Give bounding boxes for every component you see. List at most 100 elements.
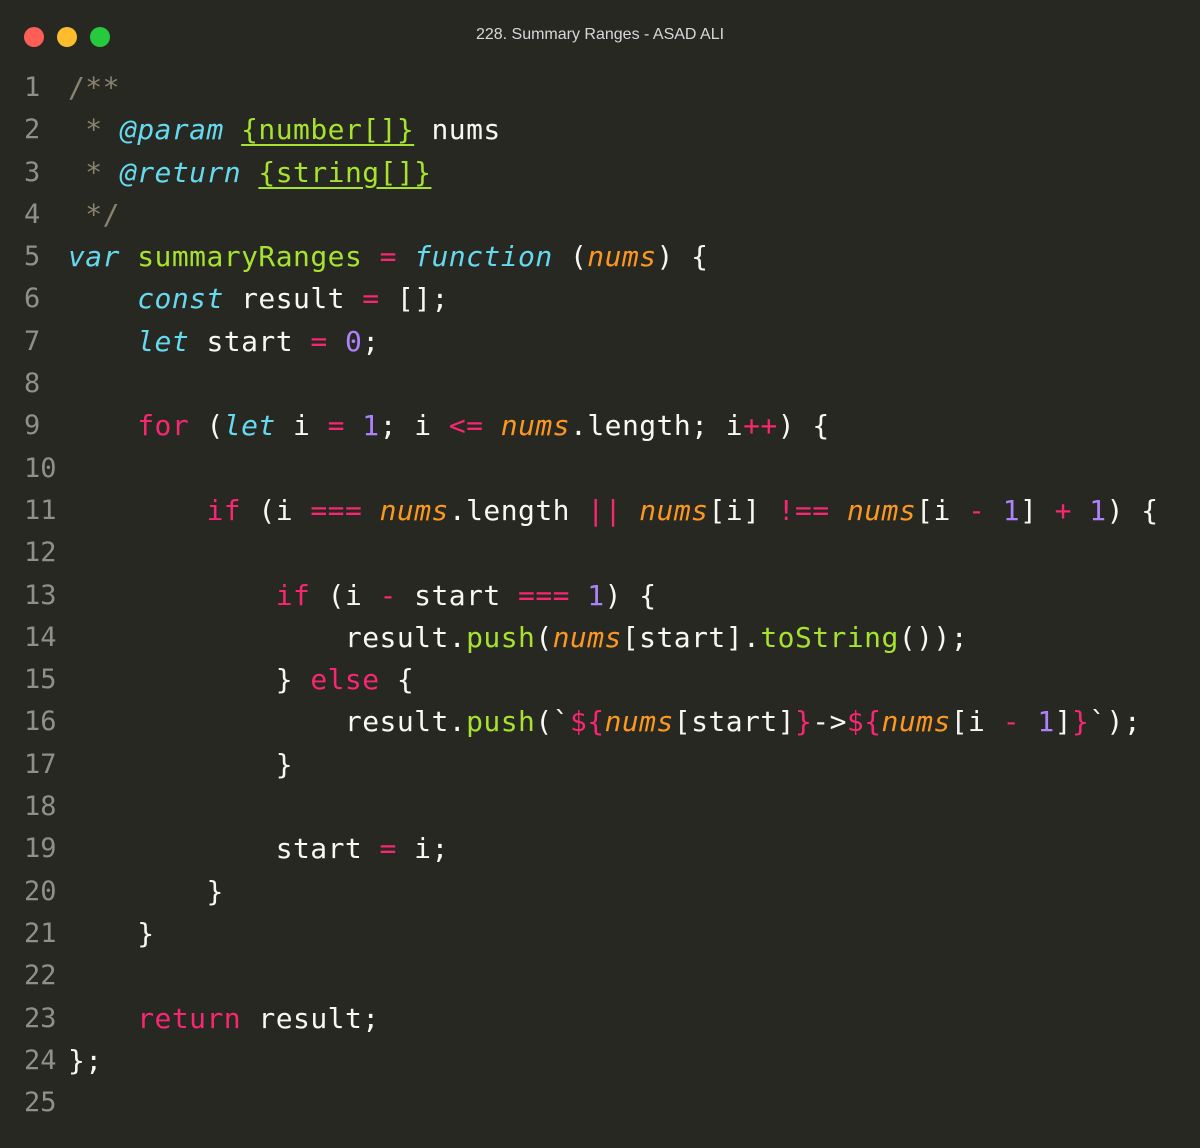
code-token: * bbox=[68, 113, 120, 147]
code-token: [i bbox=[916, 493, 969, 527]
code-token: const bbox=[137, 282, 224, 316]
code-line: 23 return result; bbox=[0, 998, 1200, 1040]
code-token: nums bbox=[587, 240, 657, 274]
code-token: 0 bbox=[344, 324, 363, 358]
code-token: */ bbox=[68, 197, 120, 231]
code-token: [i bbox=[950, 705, 1003, 739]
code-text: var summaryRanges = function (nums) { bbox=[68, 236, 708, 278]
code-line: 2 * @param {number[]} nums bbox=[0, 109, 1200, 151]
code-token: -> bbox=[812, 705, 847, 739]
line-number: 9 bbox=[24, 410, 41, 442]
code-token: ] bbox=[1054, 705, 1072, 739]
code-token: ) { bbox=[777, 409, 830, 443]
code-token: result. bbox=[68, 620, 467, 654]
line-number: 16 bbox=[24, 706, 57, 738]
code-token: (i bbox=[241, 493, 311, 527]
code-token: nums bbox=[881, 705, 951, 739]
code-token: for bbox=[137, 409, 190, 443]
line-number: 21 bbox=[24, 917, 57, 949]
code-line: 9 for (let i = 1; i <= nums.length; i++)… bbox=[0, 405, 1200, 447]
code-token: 1 bbox=[1089, 493, 1107, 527]
code-token: - bbox=[968, 493, 986, 527]
code-text: /** bbox=[68, 67, 120, 109]
code-token: @return bbox=[119, 155, 242, 189]
code-token: = bbox=[379, 832, 397, 866]
code-token: = bbox=[379, 240, 397, 274]
code-line: 7 let start = 0; bbox=[0, 321, 1200, 363]
code-line: 6 const result = []; bbox=[0, 278, 1200, 320]
code-token: nums bbox=[552, 620, 622, 654]
line-number: 22 bbox=[24, 960, 57, 992]
code-token: start bbox=[396, 578, 519, 612]
code-line: 1 /** bbox=[0, 67, 1200, 109]
code-line: 11 if (i === nums.length || nums[i] !== … bbox=[0, 490, 1200, 532]
code-line: 5 var summaryRanges = function (nums) { bbox=[0, 236, 1200, 278]
code-line: 16 result.push(`${nums[start]}->${nums[i… bbox=[0, 701, 1200, 743]
code-text: } else { bbox=[68, 659, 414, 701]
code-token: result; bbox=[241, 1001, 380, 1035]
code-text: const result = []; bbox=[68, 278, 449, 320]
code-editor[interactable]: 1/** 2 * @param {number[]} nums 3 * @retur… bbox=[0, 67, 1200, 1124]
code-token: 1 bbox=[587, 578, 605, 612]
code-token: (i bbox=[310, 578, 380, 612]
code-token: else bbox=[310, 663, 380, 697]
code-line: 12 bbox=[0, 532, 1200, 574]
code-text: return result; bbox=[68, 998, 380, 1040]
code-token: ) { bbox=[656, 240, 709, 274]
code-token: toString bbox=[760, 620, 899, 654]
code-token: if bbox=[275, 578, 311, 612]
code-token: <= bbox=[448, 409, 484, 443]
code-text: let start = 0; bbox=[68, 321, 380, 363]
code-text: start = i; bbox=[68, 828, 449, 870]
line-number: 15 bbox=[24, 664, 57, 696]
code-token: [i] bbox=[708, 493, 778, 527]
line-number: 18 bbox=[24, 791, 57, 823]
code-token: { bbox=[379, 663, 415, 697]
code-token: ${ bbox=[569, 705, 605, 739]
code-token: + bbox=[1054, 493, 1072, 527]
code-token: var bbox=[68, 240, 120, 274]
code-token: @param bbox=[119, 113, 224, 147]
code-line: 8 bbox=[0, 363, 1200, 405]
line-number: 19 bbox=[24, 833, 57, 865]
code-text: } bbox=[68, 744, 293, 786]
code-text: if (i - start === 1) { bbox=[68, 575, 657, 617]
code-line: 17 } bbox=[0, 744, 1200, 786]
code-token: start bbox=[68, 832, 380, 866]
code-line: 10 bbox=[0, 448, 1200, 490]
line-number: 5 bbox=[24, 241, 41, 273]
code-token: summaryRanges bbox=[137, 240, 363, 274]
line-number: 4 bbox=[24, 198, 41, 230]
code-token: = bbox=[362, 282, 380, 316]
code-token: `); bbox=[1089, 705, 1142, 739]
code-token: }; bbox=[68, 1043, 103, 1077]
code-token: - bbox=[379, 578, 397, 612]
code-token: - bbox=[1002, 705, 1020, 739]
code-token: i; bbox=[396, 832, 449, 866]
code-token: === bbox=[310, 493, 363, 527]
line-number: 12 bbox=[24, 537, 57, 569]
code-token: push bbox=[466, 705, 536, 739]
code-text: result.push(`${nums[start]}->${nums[i - … bbox=[68, 701, 1141, 743]
code-token: = bbox=[310, 324, 328, 358]
code-token: result bbox=[223, 282, 363, 316]
line-number: 24 bbox=[24, 1044, 57, 1076]
code-line: 19 start = i; bbox=[0, 828, 1200, 870]
code-token: if bbox=[206, 493, 242, 527]
code-line: 15 } else { bbox=[0, 659, 1200, 701]
code-token: ( bbox=[535, 620, 553, 654]
line-number: 25 bbox=[24, 1087, 57, 1119]
code-token: = bbox=[327, 409, 345, 443]
line-number: 8 bbox=[24, 368, 41, 400]
code-window: 228. Summary Ranges - ASAD ALI 1 /** 2 * @… bbox=[0, 0, 1200, 1148]
code-line: 3 * @return {string[]} bbox=[0, 152, 1200, 194]
code-token: ( bbox=[552, 240, 588, 274]
line-number: 10 bbox=[24, 452, 57, 484]
